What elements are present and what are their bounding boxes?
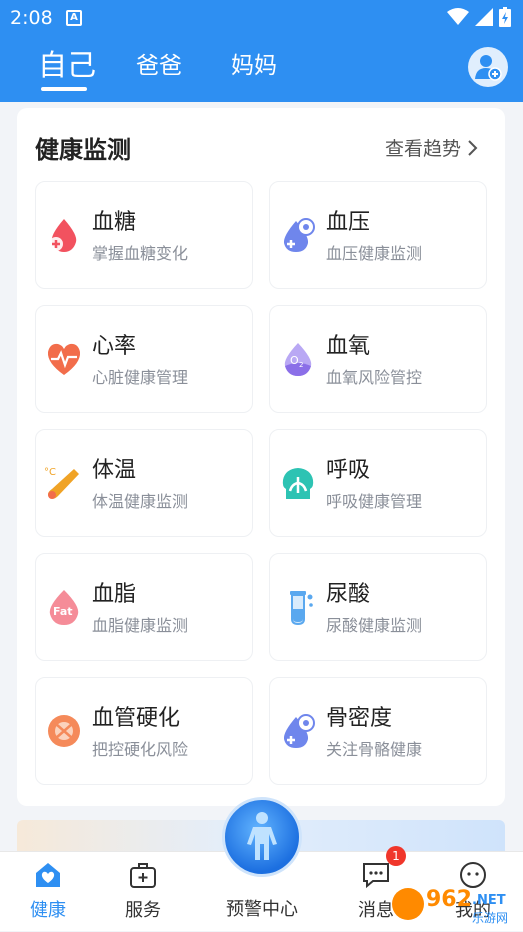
tile-blood-oxygen[interactable]: O 2 血氧 血氧风险管控 (269, 305, 487, 413)
tile-desc: 掌握血糖变化 (92, 244, 189, 263)
vascular-icon (48, 715, 80, 747)
heart-rate-icon (47, 343, 81, 375)
tile-blood-sugar[interactable]: 血糖 掌握血糖变化 (35, 181, 253, 289)
tile-name: 尿酸 (326, 582, 371, 607)
svg-text:2: 2 (299, 361, 303, 369)
blood-fat-icon: Fat (49, 590, 79, 625)
tile-desc: 关注骨骼健康 (326, 740, 423, 759)
blood-pressure-icon (283, 218, 315, 252)
warning-center-button[interactable] (222, 797, 302, 877)
nav-service[interactable]: 服务 (108, 852, 178, 932)
tab-dad[interactable]: 爸爸 (136, 46, 182, 80)
tile-blood-pressure[interactable]: 血压 血压健康监测 (269, 181, 487, 289)
tile-desc: 心脏健康管理 (92, 368, 189, 387)
view-trend-link[interactable]: 查看趋势 (385, 134, 479, 161)
body-scan-icon (247, 812, 277, 860)
uric-acid-icon (290, 591, 313, 626)
warning-center-label: 预警中心 (226, 899, 298, 920)
tab-mom[interactable]: 妈妈 (231, 46, 277, 80)
blood-sugar-icon (49, 219, 77, 252)
nav-health[interactable]: 健康 (13, 852, 83, 932)
tile-name: 体温 (92, 458, 137, 483)
svg-text:962: 962 (426, 887, 472, 912)
tile-blood-fat[interactable]: Fat 血脂 血脂健康监测 (35, 553, 253, 661)
tab-underline (41, 87, 87, 91)
battery-icon (499, 7, 511, 27)
tile-desc: 体温健康监测 (92, 492, 189, 511)
tile-desc: 呼吸健康管理 (326, 492, 423, 511)
tile-desc: 血氧风险管控 (326, 368, 423, 387)
message-icon (363, 863, 389, 889)
tile-uric-acid[interactable]: 尿酸 尿酸健康监测 (269, 553, 487, 661)
tile-name: 心率 (92, 334, 137, 359)
section-title: 健康监测 (35, 136, 131, 164)
status-time: 2:08 (10, 7, 53, 29)
nav-label: 健康 (30, 900, 66, 921)
svg-text:°C: °C (44, 467, 56, 478)
health-monitor-card: 健康监测 查看趋势 血糖 掌握血糖变化 血压 血压健康监测 心率 心脏健康管理 (17, 108, 505, 806)
wifi-icon (447, 8, 469, 25)
home-heart-icon (36, 863, 60, 887)
chevron-right-icon (468, 139, 478, 156)
nav-label: 服务 (125, 900, 161, 921)
tile-name: 血压 (326, 210, 371, 235)
tile-name: 血脂 (92, 582, 137, 607)
tile-name: 血糖 (92, 210, 137, 235)
svg-text:Fat: Fat (53, 605, 73, 618)
tile-name: 血管硬化 (92, 706, 181, 731)
breath-icon (282, 468, 314, 499)
signal-icon (475, 8, 493, 26)
medical-bag-icon (130, 863, 156, 888)
add-family-button[interactable] (468, 47, 508, 87)
status-icons (447, 7, 511, 27)
svg-text:乐游网: 乐游网 (472, 911, 508, 925)
tile-heart-rate[interactable]: 心率 心脏健康管理 (35, 305, 253, 413)
watermark-logo: 962 .NET 乐游网 (388, 880, 518, 928)
add-person-icon (475, 55, 502, 81)
view-trend-label: 查看趋势 (384, 138, 461, 160)
thermometer-icon: °C (44, 467, 79, 499)
notification-icon: A (66, 10, 82, 26)
tile-vascular[interactable]: 血管硬化 把控硬化风险 (35, 677, 253, 785)
tile-name: 骨密度 (326, 706, 393, 731)
family-header: 自己 爸爸 妈妈 (0, 36, 523, 102)
tile-name: 呼吸 (326, 458, 371, 483)
blood-oxygen-icon: O 2 (284, 343, 312, 376)
tile-desc: 把控硬化风险 (92, 740, 189, 759)
tile-breath[interactable]: 呼吸 呼吸健康管理 (269, 429, 487, 537)
svg-text:.NET: .NET (472, 893, 506, 908)
svg-text:O: O (290, 354, 299, 367)
status-bar: 2:08 A (0, 0, 523, 36)
tile-bone-density[interactable]: 骨密度 关注骨骼健康 (269, 677, 487, 785)
tile-temperature[interactable]: °C 体温 体温健康监测 (35, 429, 253, 537)
bone-density-icon (283, 714, 315, 748)
message-badge: 1 (386, 846, 406, 866)
tile-desc: 血压健康监测 (326, 244, 423, 263)
tile-desc: 血脂健康监测 (92, 616, 189, 635)
tab-self[interactable]: 自己 (38, 42, 96, 84)
tile-desc: 尿酸健康监测 (326, 616, 423, 635)
tile-name: 血氧 (326, 334, 371, 359)
